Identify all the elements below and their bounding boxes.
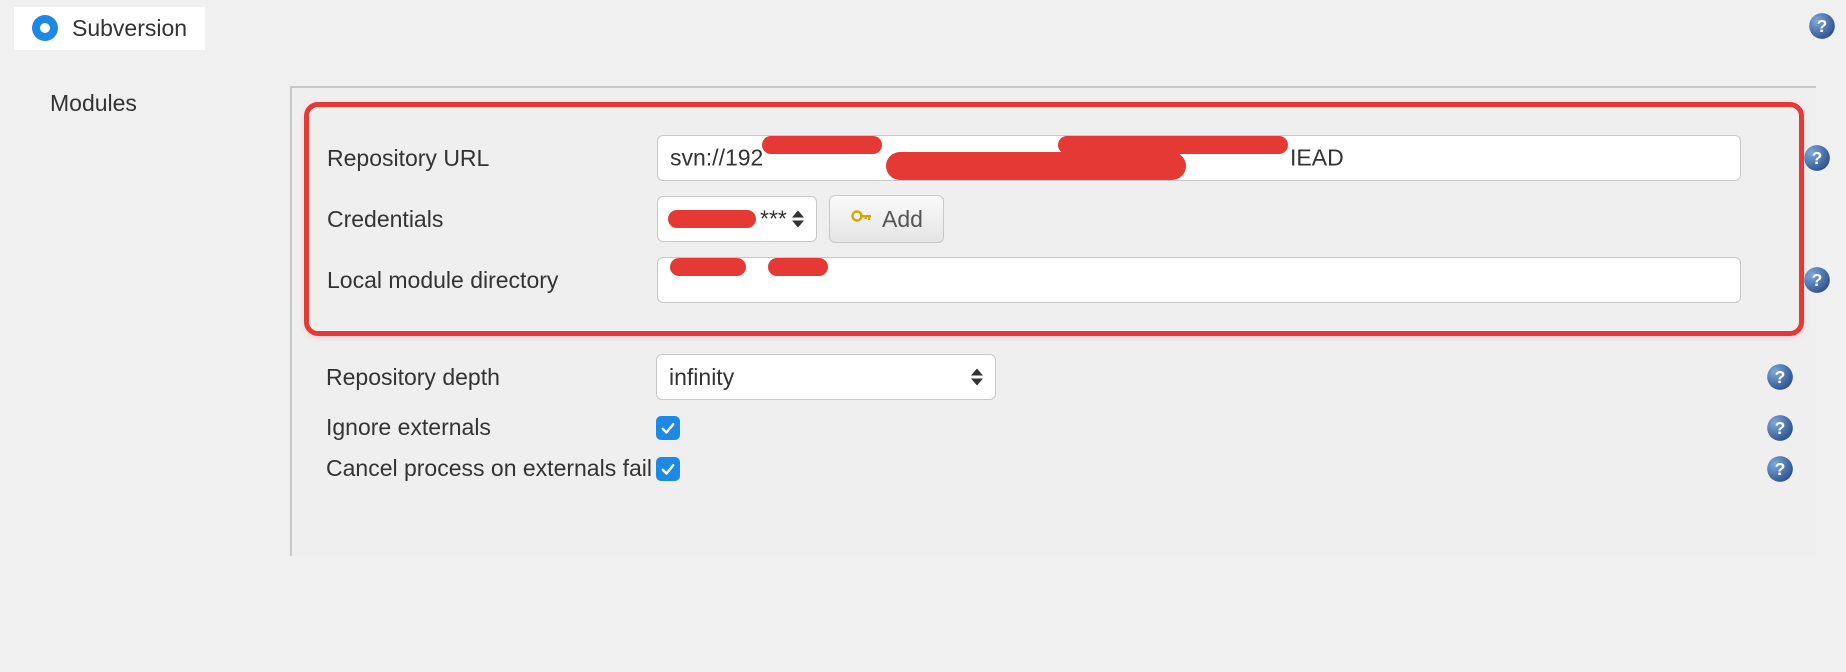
ignore-externals-label: Ignore externals <box>322 414 656 441</box>
help-icon[interactable]: ? <box>1803 266 1835 294</box>
repository-depth-label: Repository depth <box>322 364 656 391</box>
svg-text:?: ? <box>1817 16 1828 36</box>
scm-section-header: Subversion ? <box>0 0 1846 56</box>
credentials-label: Credentials <box>323 206 657 233</box>
repo-url-prefix: svn://192 <box>670 145 763 172</box>
help-icon[interactable]: ? <box>1803 144 1835 172</box>
svg-text:?: ? <box>1812 148 1823 168</box>
help-icon[interactable]: ? <box>1766 414 1798 442</box>
subversion-radio-option[interactable]: Subversion <box>14 7 205 50</box>
chevron-updown-icon <box>971 369 983 386</box>
cancel-on-externals-fail-checkbox[interactable] <box>656 457 680 481</box>
add-credentials-button[interactable]: Add <box>829 195 944 243</box>
repository-depth-value: infinity <box>669 364 734 391</box>
chevron-updown-icon <box>792 211 804 228</box>
repository-depth-select[interactable]: infinity <box>656 354 996 400</box>
modules-panel: Repository URL svn://192 IEAD ? Credent <box>290 86 1816 556</box>
key-icon <box>850 204 874 234</box>
modules-label: Modules <box>50 86 290 117</box>
local-module-dir-input[interactable] <box>657 257 1741 303</box>
redaction-mark <box>1058 136 1288 154</box>
credentials-select[interactable]: *** <box>657 196 817 242</box>
svg-text:?: ? <box>1775 367 1786 387</box>
add-button-label: Add <box>882 206 923 233</box>
redaction-mark <box>886 152 1186 180</box>
annotation-highlight: Repository URL svn://192 IEAD ? Credent <box>304 102 1804 336</box>
redaction-mark <box>668 210 756 228</box>
subversion-label: Subversion <box>72 15 187 42</box>
cancel-on-externals-fail-label: Cancel process on externals fail <box>322 455 656 482</box>
svg-text:?: ? <box>1775 458 1786 478</box>
repository-url-input[interactable]: svn://192 IEAD <box>657 135 1741 181</box>
help-icon[interactable]: ? <box>1766 363 1798 391</box>
repository-url-label: Repository URL <box>323 145 657 172</box>
repo-url-suffix: IEAD <box>1290 145 1344 172</box>
radio-selected-icon <box>32 15 58 41</box>
ignore-externals-checkbox[interactable] <box>656 416 680 440</box>
redaction-mark <box>762 136 882 154</box>
local-module-dir-label: Local module directory <box>323 267 657 294</box>
help-icon[interactable]: ? <box>1766 455 1798 483</box>
redaction-mark <box>768 258 828 276</box>
help-icon[interactable]: ? <box>1808 12 1836 40</box>
credentials-value: *** <box>760 206 787 233</box>
redaction-mark <box>670 258 746 276</box>
svg-text:?: ? <box>1775 417 1786 437</box>
svg-text:?: ? <box>1812 270 1823 290</box>
